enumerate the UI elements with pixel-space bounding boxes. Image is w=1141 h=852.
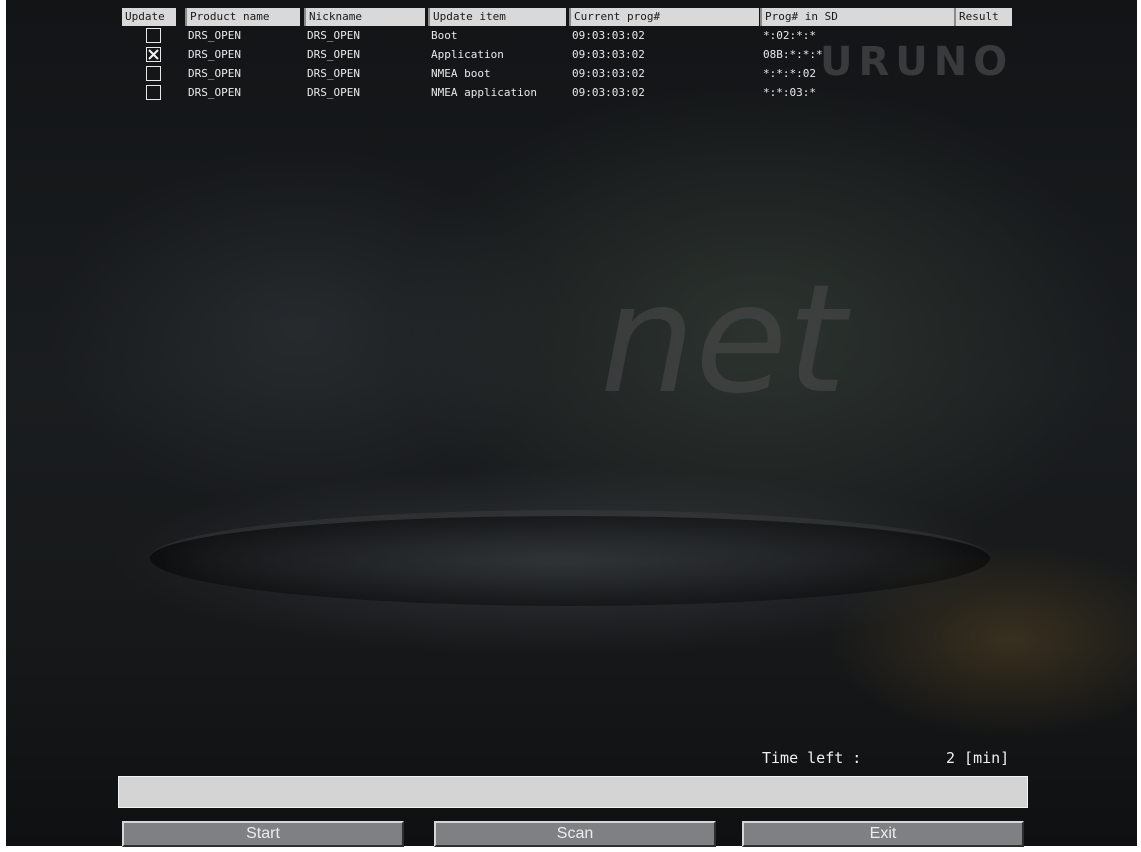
current-prog-cell: 09:03:03:02 bbox=[572, 67, 645, 80]
table-row: DRS_OPEN DRS_OPEN NMEA application 09:03… bbox=[122, 84, 1012, 102]
nickname-cell: DRS_OPEN bbox=[307, 29, 360, 42]
product-name-cell: DRS_OPEN bbox=[188, 67, 241, 80]
product-name-cell: DRS_OPEN bbox=[188, 29, 241, 42]
screen-edge-left bbox=[0, 0, 6, 852]
update-checkbox[interactable] bbox=[146, 85, 161, 100]
update-item-cell: NMEA application bbox=[431, 86, 537, 99]
column-header-nickname: Nickname bbox=[304, 8, 425, 26]
update-checkbox[interactable] bbox=[146, 28, 161, 43]
background-net-logo: net bbox=[600, 253, 847, 427]
table-row: DRS_OPEN DRS_OPEN Boot 09:03:03:02 *:02:… bbox=[122, 27, 1012, 45]
x-mark-icon bbox=[148, 49, 159, 60]
background-ring-graphic bbox=[150, 510, 990, 606]
prog-in-sd-cell: *:*:*:02 bbox=[763, 67, 816, 80]
update-checkbox[interactable] bbox=[146, 66, 161, 81]
product-name-cell: DRS_OPEN bbox=[188, 86, 241, 99]
column-header-current-prog: Current prog# bbox=[569, 8, 759, 26]
column-header-prog-in-sd: Prog# in SD bbox=[760, 8, 955, 26]
update-item-cell: NMEA boot bbox=[431, 67, 491, 80]
time-left-label: Time left : bbox=[762, 749, 862, 767]
update-item-cell: Application bbox=[431, 48, 504, 61]
prog-in-sd-cell: *:02:*:* bbox=[763, 29, 816, 42]
start-button[interactable]: Start bbox=[122, 821, 404, 847]
prog-in-sd-cell: 08B:*:*:* bbox=[763, 48, 823, 61]
scan-button[interactable]: Scan bbox=[434, 821, 716, 847]
column-header-result: Result bbox=[954, 8, 1012, 26]
time-left-value: 2 [min] bbox=[946, 749, 1010, 767]
screen-edge-right bbox=[1137, 0, 1141, 852]
table-row: DRS_OPEN DRS_OPEN NMEA boot 09:03:03:02 … bbox=[122, 65, 1012, 83]
progress-bar bbox=[118, 776, 1028, 808]
result-cell bbox=[954, 84, 957, 102]
nickname-cell: DRS_OPEN bbox=[307, 67, 360, 80]
result-cell bbox=[954, 27, 957, 45]
current-prog-cell: 09:03:03:02 bbox=[572, 29, 645, 42]
column-header-update: Update bbox=[122, 8, 176, 26]
result-cell bbox=[954, 46, 957, 64]
table-row: DRS_OPEN DRS_OPEN Application 09:03:03:0… bbox=[122, 46, 1012, 64]
current-prog-cell: 09:03:03:02 bbox=[572, 86, 645, 99]
column-header-product-name: Product name bbox=[185, 8, 300, 26]
prog-in-sd-cell: *:*:03:* bbox=[763, 86, 816, 99]
update-checkbox[interactable] bbox=[146, 47, 161, 62]
product-name-cell: DRS_OPEN bbox=[188, 48, 241, 61]
exit-button[interactable]: Exit bbox=[742, 821, 1024, 847]
update-item-cell: Boot bbox=[431, 29, 458, 42]
column-header-update-item: Update item bbox=[428, 8, 566, 26]
result-cell bbox=[954, 65, 957, 83]
nickname-cell: DRS_OPEN bbox=[307, 48, 360, 61]
current-prog-cell: 09:03:03:02 bbox=[572, 48, 645, 61]
nickname-cell: DRS_OPEN bbox=[307, 86, 360, 99]
